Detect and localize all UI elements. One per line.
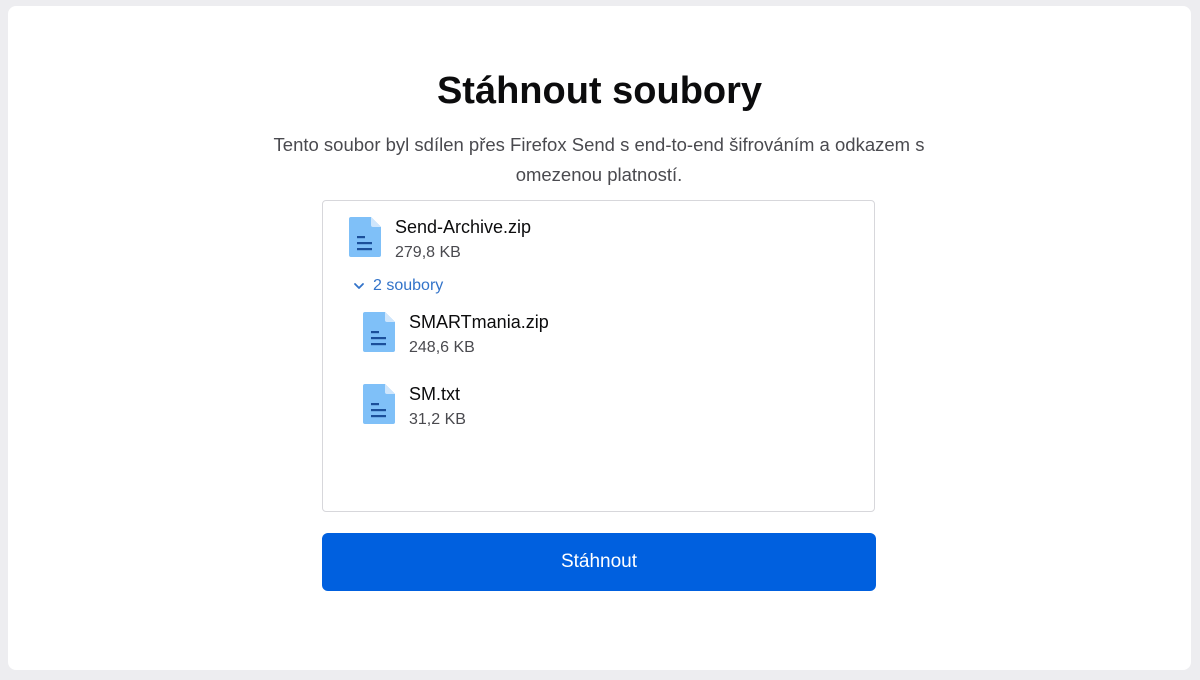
file-name: SM.txt [409,384,461,404]
file-icon [363,312,395,352]
files-toggle[interactable]: 2 soubory [353,277,443,295]
file-size: 31,2 KB [409,411,466,428]
download-card: Stáhnout soubory Tento soubor byl sdílen… [8,6,1191,670]
download-button[interactable]: Stáhnout [322,533,876,591]
file-size: 248,6 KB [409,339,475,356]
chevron-down-icon [354,283,364,289]
archive-name: Send-Archive.zip [395,217,532,237]
file-icon [363,384,395,424]
file-list: Send-Archive.zip 279,8 KB 2 soubory SMAR… [322,200,875,512]
file-name: SMARTmania.zip [409,312,549,332]
page-description: Tento soubor byl sdílen přes Firefox Sen… [273,134,925,185]
archive-size: 279,8 KB [395,244,461,261]
page-title: Stáhnout soubory [436,70,763,112]
files-toggle-label: 2 soubory [373,277,444,294]
file-icon [349,217,381,257]
